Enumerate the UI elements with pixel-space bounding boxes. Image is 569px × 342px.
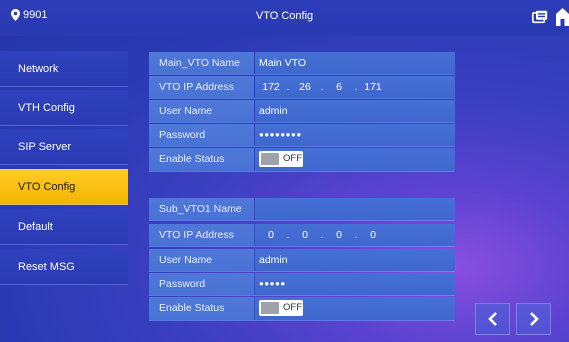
sub-vto1-password-input[interactable]: ●●●●● <box>255 273 455 295</box>
main-vto-password-row: Password ●●●●●●●● <box>149 124 455 147</box>
ip-octet[interactable]: 171 <box>361 76 385 98</box>
home-icon[interactable] <box>556 8 569 26</box>
ip-separator: . <box>354 81 358 93</box>
sub-vto1-status-row: Enable Status OFF <box>149 297 455 321</box>
field-label: User Name <box>149 100 254 122</box>
sidebar-item-reset-msg[interactable]: Reset MSG <box>0 249 128 285</box>
field-label: Password <box>149 124 254 146</box>
top-bar: 9901 VTO Config <box>0 0 569 36</box>
sub-vto1-user-row: User Name admin <box>149 249 455 272</box>
field-label: Enable Status <box>149 297 254 320</box>
sidebar-item-default[interactable]: Default <box>0 209 128 245</box>
sidebar-item-label: VTH Config <box>18 102 75 114</box>
main-vto-password-input[interactable]: ●●●●●●●● <box>255 124 455 146</box>
toggle-state: OFF <box>283 153 302 164</box>
sidebar-item-label: Default <box>18 221 53 233</box>
sidebar-item-sip-server[interactable]: SIP Server <box>0 129 128 165</box>
field-label: Main_VTO Name <box>149 52 254 74</box>
sub-vto1-name-input[interactable] <box>255 198 455 220</box>
field-label: VTO IP Address <box>149 224 254 246</box>
sidebar-item-label: SIP Server <box>18 141 71 153</box>
sidebar-item-label: VTO Config <box>18 181 76 193</box>
field-label: Password <box>149 273 254 295</box>
ip-octet[interactable]: 172 <box>259 76 283 98</box>
ip-separator: . <box>320 229 324 241</box>
ip-octet[interactable]: 0 <box>259 224 283 246</box>
toggle-state: OFF <box>283 302 302 313</box>
sub-vto1-username-input[interactable]: admin <box>255 249 455 271</box>
sidebar-item-network[interactable]: Network <box>0 51 128 87</box>
toggle-knob <box>261 302 279 314</box>
sub-vto1-name-row: Sub_VTO1 Name <box>149 198 455 221</box>
ip-separator: . <box>354 229 358 241</box>
chevron-right-icon <box>529 312 539 326</box>
field-label: VTO IP Address <box>149 76 254 98</box>
ip-octet[interactable]: 0 <box>361 224 385 246</box>
next-page-button[interactable] <box>516 303 551 335</box>
ip-octet[interactable]: 0 <box>293 224 317 246</box>
main-vto-enable-toggle[interactable]: OFF <box>259 151 303 167</box>
sidebar-item-label: Network <box>18 63 59 75</box>
sub-vto1-ip-input[interactable]: 0.0.0.0 <box>255 224 455 246</box>
prev-page-button[interactable] <box>475 303 510 335</box>
sub-vto1-password-row: Password ●●●●● <box>149 273 455 296</box>
sub-vto1-enable-toggle[interactable]: OFF <box>259 300 303 316</box>
field-label: Sub_VTO1 Name <box>149 198 254 220</box>
sidebar-item-vto-config[interactable]: VTO Config <box>0 169 128 205</box>
toggle-knob <box>261 153 279 165</box>
main-vto-ip-input[interactable]: 172. 26. 6. 171 <box>255 76 455 98</box>
field-label: User Name <box>149 249 254 271</box>
main-vto-username-input[interactable]: admin <box>255 100 455 122</box>
ip-separator: . <box>320 81 324 93</box>
sub-vto1-ip-row: VTO IP Address 0.0.0.0 <box>149 224 455 247</box>
ip-octet[interactable]: 6 <box>327 76 351 98</box>
field-label: Enable Status <box>149 148 254 171</box>
sidebar-item-vth-config[interactable]: VTH Config <box>0 90 128 126</box>
message-icon[interactable] <box>532 10 548 24</box>
main-vto-ip-row: VTO IP Address 172. 26. 6. 171 <box>149 76 455 99</box>
ip-separator: . <box>286 81 290 93</box>
main-vto-user-row: User Name admin <box>149 100 455 123</box>
main-vto-name-row: Main_VTO Name Main VTO <box>149 52 455 75</box>
ip-separator: . <box>286 229 290 241</box>
main-vto-status-row: Enable Status OFF <box>149 148 455 172</box>
main-vto-name-input[interactable]: Main VTO <box>255 52 455 74</box>
ip-octet[interactable]: 0 <box>327 224 351 246</box>
page-title: VTO Config <box>255 10 314 22</box>
main-vto-status-cell: OFF <box>255 148 455 171</box>
chevron-left-icon <box>487 312 497 326</box>
sidebar-item-label: Reset MSG <box>18 261 75 273</box>
ip-octet[interactable]: 26 <box>293 76 317 98</box>
sub-vto1-status-cell: OFF <box>255 297 455 320</box>
